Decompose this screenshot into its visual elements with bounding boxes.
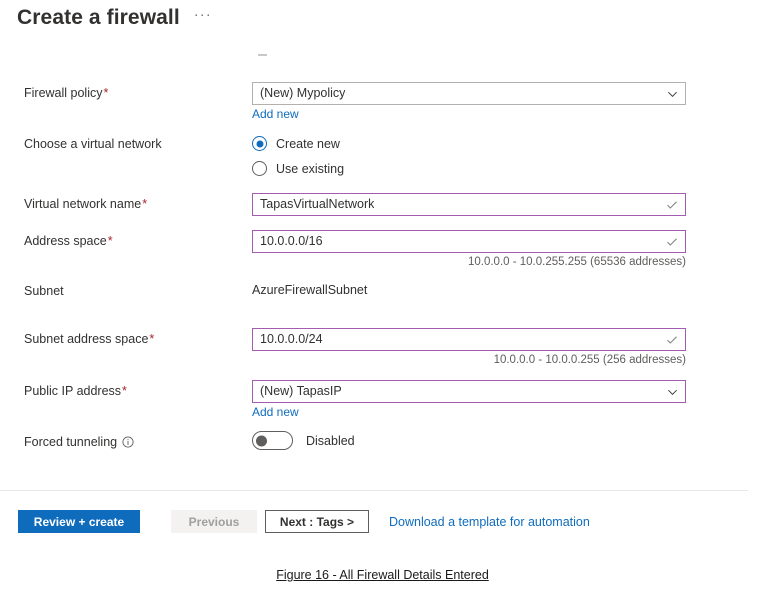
radio-unselected-icon bbox=[252, 161, 267, 176]
subnet-label: Subnet bbox=[24, 284, 64, 298]
toggle-knob bbox=[256, 435, 267, 446]
radio-option-use-existing[interactable]: Use existing bbox=[252, 158, 344, 179]
info-icon[interactable] bbox=[122, 436, 134, 448]
firewall-policy-field: (New) Mypolicy Add new bbox=[252, 82, 686, 123]
subnet-address-space-helper-text: 10.0.0.0 - 10.0.0.255 (256 addresses) bbox=[493, 354, 686, 366]
forced-tunneling-label: Forced tunneling bbox=[24, 434, 134, 450]
more-options-button[interactable]: ··· bbox=[194, 7, 212, 26]
forced-tunneling-toggle-wrap: Disabled bbox=[252, 431, 355, 450]
subnet-address-space-input[interactable]: 10.0.0.0/24 bbox=[252, 328, 686, 351]
address-space-value: 10.0.0.0/16 bbox=[260, 234, 323, 248]
firewall-policy-dropdown[interactable]: (New) Mypolicy bbox=[252, 82, 686, 105]
forced-tunneling-toggle[interactable] bbox=[252, 431, 293, 450]
address-space-field: 10.0.0.0/16 10.0.0.0 - 10.0.255.255 (655… bbox=[252, 230, 686, 268]
radio-option-use-existing-label: Use existing bbox=[276, 161, 345, 176]
footer-actions: Review + create Previous Next : Tags > D… bbox=[18, 510, 590, 533]
vnet-name-field: TapasVirtualNetwork bbox=[252, 193, 686, 216]
public-ip-dropdown[interactable]: (New) TapasIP bbox=[252, 380, 686, 403]
firewall-policy-value: (New) Mypolicy bbox=[260, 86, 346, 100]
required-marker: * bbox=[149, 332, 155, 346]
vnet-name-label: Virtual network name* bbox=[24, 197, 148, 211]
vnet-name-value: TapasVirtualNetwork bbox=[260, 197, 375, 211]
required-marker: * bbox=[142, 197, 148, 211]
review-create-button[interactable]: Review + create bbox=[18, 510, 140, 533]
subnet-address-space-value: 10.0.0.0/24 bbox=[260, 332, 323, 346]
firewall-policy-label: Firewall policy* bbox=[24, 86, 109, 100]
public-ip-add-new-link[interactable]: Add new bbox=[252, 405, 299, 419]
required-marker: * bbox=[103, 86, 109, 100]
required-marker: * bbox=[122, 384, 127, 398]
public-ip-label: Public IP address* bbox=[24, 384, 127, 398]
checkmark-icon bbox=[667, 200, 677, 209]
choose-vnet-label: Choose a virtual network bbox=[24, 137, 162, 151]
radio-option-create-new-label: Create new bbox=[276, 136, 340, 151]
chevron-down-icon bbox=[668, 91, 677, 97]
required-marker: * bbox=[107, 234, 113, 248]
figure-caption: Figure 16 - All Firewall Details Entered bbox=[0, 568, 765, 582]
public-ip-field: (New) TapasIP Add new bbox=[252, 380, 686, 421]
public-ip-value: (New) TapasIP bbox=[260, 384, 342, 398]
previous-button: Previous bbox=[171, 510, 257, 533]
page-title: Create a firewall bbox=[17, 6, 180, 29]
figure-caption-text: Figure 16 - All Firewall Details Entered bbox=[276, 568, 489, 582]
vnet-name-input[interactable]: TapasVirtualNetwork bbox=[252, 193, 686, 216]
forced-tunneling-state-label: Disabled bbox=[306, 433, 355, 448]
address-space-input[interactable]: 10.0.0.0/16 bbox=[252, 230, 686, 253]
chevron-down-icon bbox=[668, 389, 677, 395]
firewall-policy-add-new-link[interactable]: Add new bbox=[252, 107, 299, 121]
subnet-address-space-label: Subnet address space* bbox=[24, 332, 155, 346]
download-template-link[interactable]: Download a template for automation bbox=[389, 515, 590, 529]
page-header: Create a firewall ··· bbox=[17, 6, 212, 30]
next-tags-button[interactable]: Next : Tags > bbox=[265, 510, 369, 533]
address-space-helper-text: 10.0.0.0 - 10.0.255.255 (65536 addresses… bbox=[467, 256, 686, 268]
radio-selected-icon bbox=[252, 136, 267, 151]
radio-option-create-new[interactable]: Create new bbox=[252, 133, 344, 154]
subnet-address-space-field: 10.0.0.0/24 10.0.0.0 - 10.0.0.255 (256 a… bbox=[252, 328, 686, 366]
checkmark-icon bbox=[667, 237, 677, 246]
subnet-value: AzureFirewallSubnet bbox=[252, 283, 368, 297]
checkmark-icon bbox=[667, 335, 677, 344]
choose-vnet-radio-group: Create new Use existing bbox=[252, 133, 344, 183]
address-space-label: Address space* bbox=[24, 234, 113, 248]
footer-divider bbox=[0, 490, 748, 491]
scroll-cut-artifact bbox=[258, 54, 267, 56]
